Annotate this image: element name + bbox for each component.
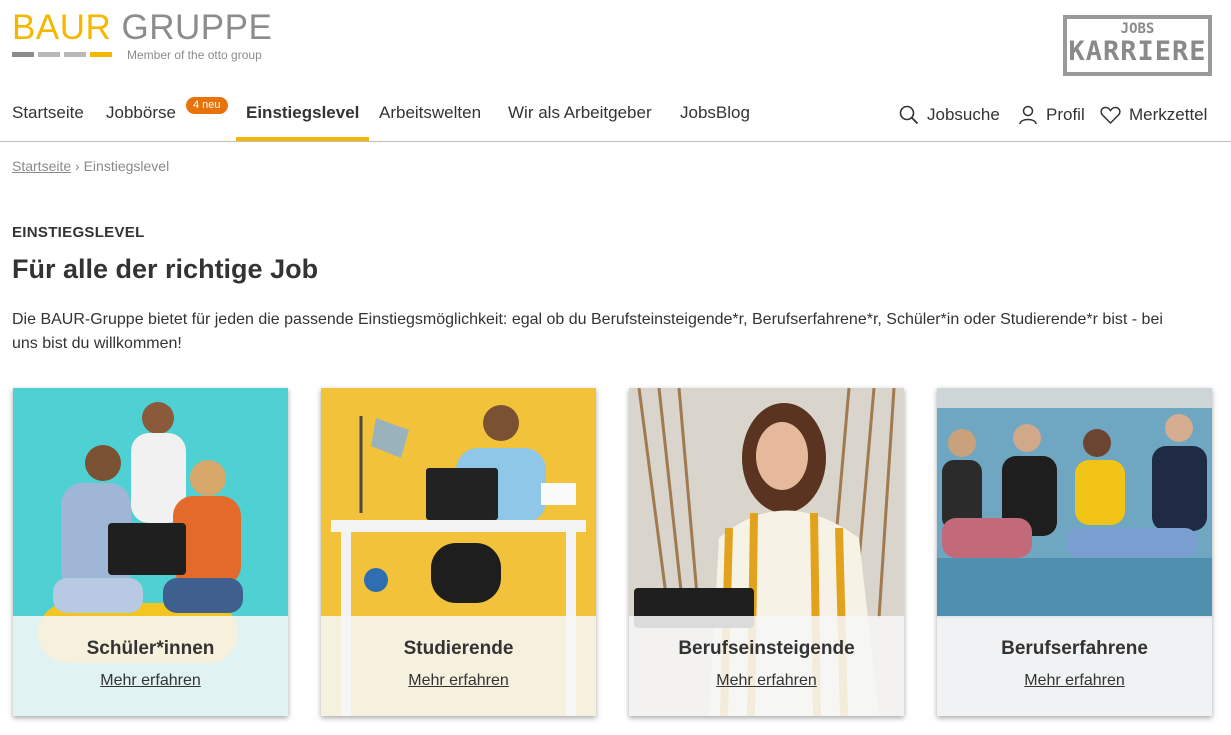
logo-color-bars: [12, 52, 112, 57]
card-panel: Schüler*innen Mehr erfahren: [13, 616, 288, 716]
card-studierende[interactable]: Studierende Mehr erfahren: [321, 388, 596, 716]
breadcrumb-current: Einstiegslevel: [83, 158, 170, 174]
logo-brand-secondary: GRUPPE: [121, 8, 273, 47]
baur-gruppe-logo[interactable]: BAUR GRUPPE Member of the otto group: [12, 10, 292, 70]
section-eyebrow: EINSTIEGSLEVEL: [12, 224, 145, 241]
stamp-line2: KARRIERE: [1068, 36, 1207, 67]
merkzettel-label: Merkzettel: [1129, 105, 1208, 124]
user-icon: [1019, 105, 1037, 125]
card-berufseinsteigende[interactable]: Berufseinsteigende Mehr erfahren: [629, 388, 904, 716]
stamp-line1: JOBS: [1120, 21, 1155, 37]
jobboerse-new-badge: 4 neu: [186, 97, 228, 114]
jobsuche-label: Jobsuche: [927, 105, 1000, 124]
profil-label: Profil: [1046, 105, 1085, 124]
card-schuelerinnen[interactable]: Schüler*innen Mehr erfahren: [13, 388, 288, 716]
page-title: Für alle der richtige Job: [12, 254, 319, 284]
heart-icon: [1100, 106, 1121, 125]
card-title: Berufseinsteigende: [678, 638, 855, 659]
mehr-erfahren-link[interactable]: Mehr erfahren: [1024, 672, 1125, 690]
nav-item-jobboerse[interactable]: Jobbörse: [96, 90, 186, 141]
main-navigation: Startseite Jobbörse 4 neu Einstiegslevel…: [0, 90, 1231, 142]
mehr-erfahren-link[interactable]: Mehr erfahren: [408, 672, 509, 690]
logo-brand-primary: BAUR: [12, 8, 112, 47]
card-panel: Berufseinsteigende Mehr erfahren: [629, 616, 904, 716]
card-panel: Berufserfahrene Mehr erfahren: [937, 616, 1212, 716]
breadcrumb: Startseite › Einstiegslevel: [12, 158, 169, 174]
mehr-erfahren-link[interactable]: Mehr erfahren: [716, 672, 817, 690]
nav-item-jobsblog[interactable]: JobsBlog: [670, 90, 760, 141]
logo-wordmark: BAUR GRUPPE: [12, 10, 292, 46]
nav-item-arbeitswelten[interactable]: Arbeitswelten: [369, 90, 491, 141]
mehr-erfahren-link[interactable]: Mehr erfahren: [100, 672, 201, 690]
card-berufserfahrene[interactable]: Berufserfahrene Mehr erfahren: [937, 388, 1212, 716]
card-title: Studierende: [403, 638, 514, 659]
nav-item-startseite[interactable]: Startseite: [2, 90, 94, 141]
jobsuche-button[interactable]: Jobsuche: [899, 90, 1000, 140]
breadcrumb-separator: ›: [75, 158, 80, 174]
card-title: Berufserfahrene: [1001, 638, 1148, 659]
jobs-karriere-stamp[interactable]: JOBS KARRIERE: [1063, 15, 1212, 76]
logo-tagline: Member of the otto group: [127, 48, 262, 62]
intro-text: Die BAUR-Gruppe bietet für jeden die pas…: [12, 311, 1163, 352]
search-icon: [899, 105, 919, 125]
nav-item-einstiegslevel[interactable]: Einstiegslevel: [236, 90, 370, 141]
merkzettel-button[interactable]: Merkzettel: [1100, 90, 1207, 140]
nav-item-wir-als-arbeitgeber[interactable]: Wir als Arbeitgeber: [498, 90, 662, 141]
profil-button[interactable]: Profil: [1018, 90, 1085, 140]
breadcrumb-home-link[interactable]: Startseite: [12, 158, 71, 174]
card-panel: Studierende Mehr erfahren: [321, 616, 596, 716]
card-title: Schüler*innen: [86, 638, 215, 659]
